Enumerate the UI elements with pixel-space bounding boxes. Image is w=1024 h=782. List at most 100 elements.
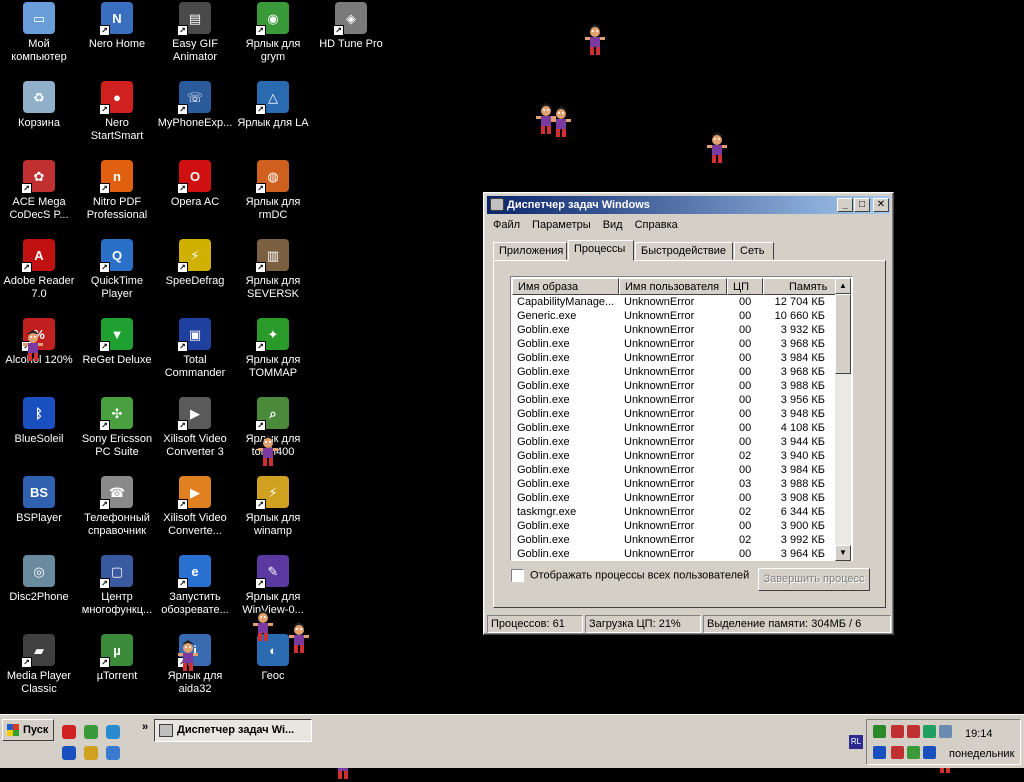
table-row[interactable]: CapabilityManage... UnknownError 00 12 704 … [512,295,856,309]
desktop-icon[interactable]: BS BSPlayer [0,476,78,525]
clock-icon[interactable] [907,746,920,759]
quick-launch-chevron-icon[interactable]: » [142,721,148,733]
desktop-icon[interactable]: ◎ Disc2Phone [0,555,78,604]
disk-icon[interactable] [923,746,936,759]
end-process-button[interactable]: Завершить процесс [758,568,870,591]
tree-icon[interactable] [84,725,98,739]
tab-applications[interactable]: Приложения [493,242,567,260]
antivirus-icon[interactable] [891,725,904,738]
opera-icon[interactable] [62,725,76,739]
table-row[interactable]: Goblin.exe UnknownError 00 3 908 КБ [512,491,856,505]
menu-help[interactable]: Справка [629,216,684,234]
taskbar-task-manager[interactable]: Диспетчер задач Wi... [154,719,312,742]
clock-time[interactable]: 19:14 [965,728,993,740]
scroll-down-arrow-icon[interactable]: ▼ [835,545,851,561]
desktop-icon[interactable]: ♻ Корзина [0,81,78,130]
close-button[interactable]: ✕ [873,198,889,212]
table-row[interactable]: Goblin.exe UnknownError 00 3 988 КБ [512,379,856,393]
dollar-icon[interactable] [891,746,904,759]
table-row[interactable]: Goblin.exe UnknownError 00 4 108 КБ [512,421,856,435]
firewall-icon[interactable] [907,725,920,738]
bluetooth-icon[interactable] [873,746,886,759]
table-row[interactable]: Goblin.exe UnknownError 00 3 968 КБ [512,365,856,379]
language-indicator[interactable]: RL [849,735,863,749]
winamp-icon[interactable] [84,746,98,760]
skype-icon[interactable] [106,725,120,739]
start-button[interactable]: Пуск [2,719,54,741]
desktop-icon[interactable]: ☎ ↗ Телефонный справочник [78,476,156,538]
desktop-icon[interactable]: ✣ ↗ Sony Ericsson PC Suite [78,397,156,459]
column-cpu[interactable]: ЦП [727,278,763,295]
table-row[interactable]: Goblin.exe UnknownError 00 3 968 КБ [512,337,856,351]
table-row[interactable]: Goblin.exe UnknownError 00 3 984 КБ [512,351,856,365]
menu-view[interactable]: Вид [597,216,629,234]
film-icon: ▤ ↗ [177,2,211,36]
desktop-icon[interactable]: µ ↗ µTorrent [78,634,156,683]
network-icon[interactable] [873,725,886,738]
show-all-processes-row[interactable]: Отображать процессы всех пользователей [511,569,749,582]
desktop-icon[interactable]: ᛒ BlueSoleil [0,397,78,446]
scroll-thumb[interactable] [835,294,851,374]
process-list[interactable]: Имя образа Имя пользователя ЦП Память Ca… [510,276,853,561]
table-row[interactable]: Goblin.exe UnknownError 00 3 964 КБ [512,547,856,561]
scroll-up-arrow-icon[interactable]: ▲ [835,278,851,294]
desktop-icon[interactable]: e ↗ Запустить обозревате... [156,555,234,617]
tab-performance[interactable]: Быстродействие [635,242,733,260]
desktop-icon[interactable]: ▭ Мой компьютер [0,2,78,64]
desktop-icon[interactable]: n ↗ Nitro PDF Professional [78,160,156,222]
desktop-icon[interactable]: ▰ ↗ Media Player Classic [0,634,78,696]
monitor-icon[interactable] [939,725,952,738]
vertical-scrollbar[interactable]: ▲ ▼ [835,278,851,561]
tab-processes[interactable]: Процессы [568,240,634,261]
desktop-icon[interactable]: ⚡ ↗ Ярлык для winamp [234,476,312,538]
table-row[interactable]: Goblin.exe UnknownError 00 3 944 КБ [512,435,856,449]
desktop-icon[interactable]: ✦ ↗ Ярлык для TOMMAP [234,318,312,380]
bluetooth-icon[interactable] [62,746,76,760]
desktop-icon[interactable]: ✎ ↗ Ярлык для WinView-0... [234,555,312,617]
title-bar[interactable]: Диспетчер задач Windows _ □ ✕ [487,196,890,214]
desktop-icon[interactable]: ▤ ↗ Easy GIF Animator [156,2,234,64]
process-name: Goblin.exe [517,520,570,532]
desktop-icon[interactable]: N ↗ Nero Home [78,2,156,51]
clock-day[interactable]: понедельник [949,748,1014,760]
desktop-icon[interactable]: ⚡ ↗ SpeeDefrag [156,239,234,288]
desktop-icon[interactable]: ◍ ↗ Ярлык для rmDC [234,160,312,222]
table-row[interactable]: Goblin.exe UnknownError 03 3 988 КБ [512,477,856,491]
process-memory: 3 992 КБ [780,534,825,546]
desktop-icon[interactable]: ▶ ↗ Xilisoft Video Converter 3 [156,397,234,459]
kaspersky-icon[interactable] [923,725,936,738]
column-memory[interactable]: Память [763,278,839,295]
desktop-icon[interactable]: ▼ ↗ ReGet Deluxe [78,318,156,367]
desktop-icon[interactable]: ● ↗ Nero StartSmart [78,81,156,143]
desktop-icon[interactable]: ▣ ↗ Total Commander [156,318,234,380]
desktop-icon[interactable]: ◈ ↗ HD Tune Pro [312,2,390,51]
messenger-icon[interactable] [106,746,120,760]
desktop-icon[interactable]: ☏ ↗ MyPhoneExp... [156,81,234,130]
table-row[interactable]: Goblin.exe UnknownError 00 3 956 КБ [512,393,856,407]
table-row[interactable]: Goblin.exe UnknownError 02 3 940 КБ [512,449,856,463]
column-image-name[interactable]: Имя образа [512,278,619,295]
desktop-icon[interactable]: ▶ ↗ Xilisoft Video Converte... [156,476,234,538]
desktop-icon[interactable]: △ ↗ Ярлык для LA [234,81,312,130]
desktop-icon[interactable]: O ↗ Opera AC [156,160,234,209]
table-row[interactable]: Goblin.exe UnknownError 00 3 900 КБ [512,519,856,533]
table-row[interactable]: Goblin.exe UnknownError 00 3 984 КБ [512,463,856,477]
menu-options[interactable]: Параметры [526,216,597,234]
desktop-icon[interactable]: ✿ ↗ ACE Mega CoDecS P... [0,160,78,222]
desktop-icon[interactable]: ◉ ↗ Ярлык для grym [234,2,312,64]
menu-file[interactable]: Файл [487,216,526,234]
desktop-icon[interactable]: Q ↗ QuickTime Player [78,239,156,301]
table-row[interactable]: Goblin.exe UnknownError 02 3 992 КБ [512,533,856,547]
maximize-button[interactable]: □ [854,198,870,212]
show-all-processes-checkbox[interactable] [511,569,524,582]
desktop-icon[interactable]: ▥ ↗ Ярлык для SEVERSK [234,239,312,301]
tab-network[interactable]: Сеть [734,242,774,260]
minimize-button[interactable]: _ [837,198,853,212]
table-row[interactable]: Goblin.exe UnknownError 00 3 932 КБ [512,323,856,337]
column-user-name[interactable]: Имя пользователя [619,278,727,295]
table-row[interactable]: taskmgr.exe UnknownError 02 6 344 КБ [512,505,856,519]
desktop-icon[interactable]: ▢ ↗ Центр многофункц... [78,555,156,617]
table-row[interactable]: Generic.exe UnknownError 00 10 660 КБ [512,309,856,323]
desktop-icon[interactable]: A ↗ Adobe Reader 7.0 [0,239,78,301]
table-row[interactable]: Goblin.exe UnknownError 00 3 948 КБ [512,407,856,421]
